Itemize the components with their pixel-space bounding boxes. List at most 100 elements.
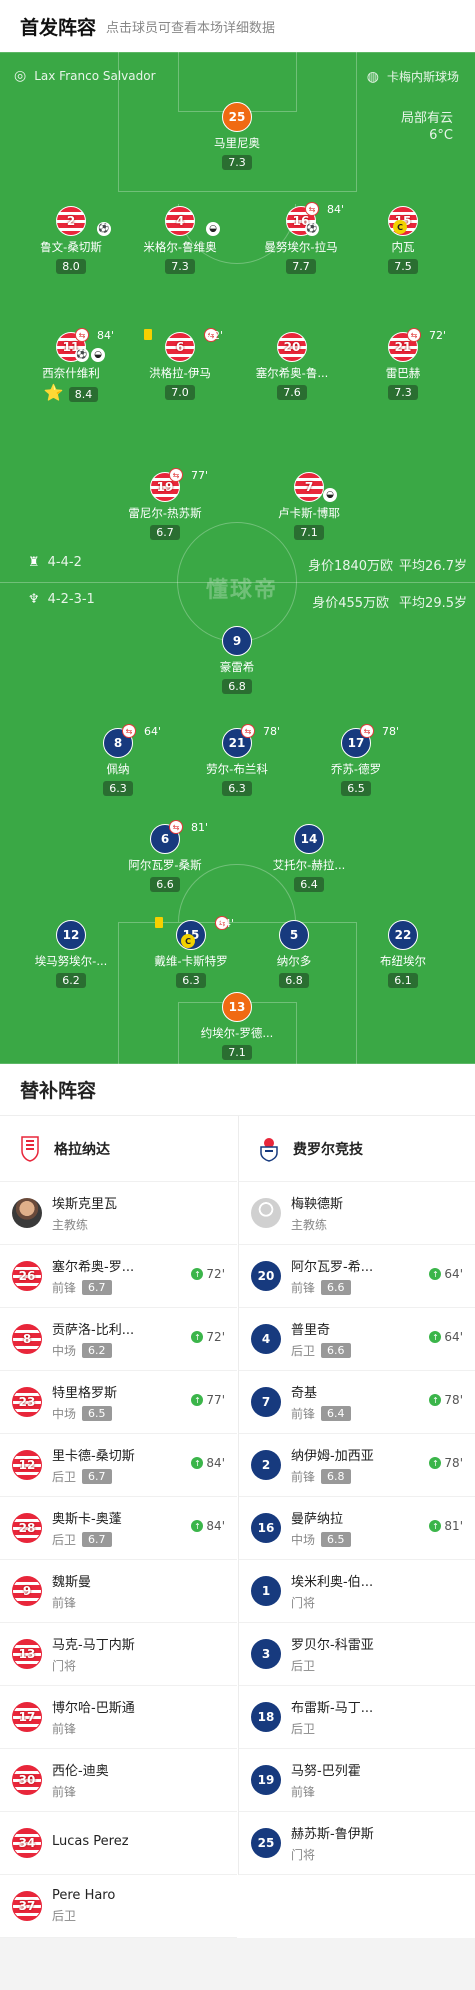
jersey-number: 8 <box>12 1324 42 1354</box>
home-player[interactable]: 25 马里尼奥 7.3 <box>177 102 297 170</box>
away-team-header[interactable]: 费罗尔竞技 <box>239 1116 475 1182</box>
home-sub-row[interactable]: 34 Lucas Perez <box>0 1812 237 1875</box>
sub-in-arrow-icon: ↑ <box>429 1268 442 1280</box>
player-rating: 6.8 <box>321 1469 351 1484</box>
home-sub-row[interactable]: 28 奥斯卡-奥蓬 后卫 6.7 ↑ 84' <box>0 1497 237 1560</box>
home-sub-row[interactable]: 12 里卡德-桑切斯 后卫 6.7 ↑ 84' <box>0 1434 237 1497</box>
away-sub-row[interactable]: 25 赫苏斯-鲁伊斯 门将 <box>239 1812 475 1875</box>
player-rating: 6.3 <box>176 973 206 988</box>
player-position: 后卫 <box>291 1659 316 1673</box>
player-name: Lucas Perez <box>52 1833 129 1849</box>
sub-in-arrow-icon: ↑ <box>191 1268 204 1280</box>
home-sub-row[interactable]: 13 马克-马丁内斯 门将 <box>0 1623 237 1686</box>
home-player[interactable]: 21 ⇆ 72' 雷巴赫 7.3 <box>343 328 463 400</box>
sub-minute: 72' <box>206 329 224 342</box>
sub-minute: 72' <box>429 329 447 342</box>
home-sub-row[interactable]: 8 贡萨洛-比利... 中场 6.2 ↑ 72' <box>0 1308 237 1371</box>
home-sub-row[interactable]: 23 特里格罗斯 中场 6.5 ↑ 77' <box>0 1371 237 1434</box>
home-venue-name: Lax Franco Salvador <box>34 69 156 83</box>
player-name: 鲁文-桑切斯 <box>40 240 102 254</box>
away-player[interactable]: 5 纳尔多 6.8 <box>234 920 354 988</box>
sub-minute: 77' <box>191 469 209 482</box>
sub-in-time: ↑ 78' <box>429 1456 463 1470</box>
home-player[interactable]: 20 塞尔希奥-鲁... 7.6 <box>232 332 352 400</box>
player-name: 罗贝尔-科雷亚 <box>291 1638 374 1653</box>
away-sub-row[interactable]: 7 奇基 前锋 6.4 ↑ 78' <box>239 1371 475 1434</box>
away-sub-row[interactable]: 16 曼萨纳拉 中场 6.5 ↑ 81' <box>239 1497 475 1560</box>
sub-minute: 64' <box>217 917 235 930</box>
sub-in-time: ↑ 84' <box>191 1519 225 1533</box>
home-sub-row[interactable]: 9 魏斯曼 前锋 <box>0 1560 237 1623</box>
jersey-number: 37 <box>12 1891 42 1921</box>
home-player[interactable]: 2 ⚽ 鲁文-桑切斯 8.0 <box>11 206 131 274</box>
player-name: 阿尔瓦罗-希... <box>291 1260 374 1275</box>
home-sub-row[interactable]: 17 博尔哈-巴斯通 前锋 <box>0 1686 237 1749</box>
away-average-age: 平均29.5岁 <box>399 596 467 611</box>
sub-minute: 78' <box>382 725 400 738</box>
away-crest-icon: ♆ <box>28 592 40 607</box>
home-formation-value: 4-4-2 <box>47 555 82 570</box>
away-player[interactable]: 12 埃马努埃尔-... 6.2 <box>11 920 131 988</box>
player-rating: 7.6 <box>277 385 307 400</box>
player-position: 门将 <box>291 1596 316 1610</box>
player-name: 魏斯曼 <box>52 1575 92 1590</box>
home-player[interactable]: 11 ⇆ ⚽ ◒ 84' 西奈什维利 ⭐ 8.4 <box>11 328 131 402</box>
home-player[interactable]: 19 ⇆ 77' 雷尼尔-热苏斯 6.7 <box>105 468 225 540</box>
home-player[interactable]: 6 ⇆ 72' 洪格拉-伊马 7.0 <box>120 328 240 400</box>
home-player[interactable]: 4 ◒ 米格尔-鲁维奥 7.3 <box>120 206 240 274</box>
home-team-header[interactable]: 格拉纳达 <box>0 1116 237 1182</box>
home-player[interactable]: 7 ◒ 卢卡斯-博耶 7.1 <box>249 472 369 540</box>
jersey-number: 16 <box>251 1513 281 1543</box>
home-sub-row[interactable]: 37 Pere Haro 后卫 <box>0 1875 237 1938</box>
coach-avatar <box>12 1198 42 1228</box>
away-sub-row[interactable]: 20 阿尔瓦罗-希... 前锋 6.6 ↑ 64' <box>239 1245 475 1308</box>
player-rating: 6.2 <box>56 973 86 988</box>
away-player[interactable]: 17 ⇆ 78' 乔苏-德罗 6.5 <box>296 724 416 796</box>
away-player[interactable]: 15⇆C64'戴维-卡斯特罗6.3 <box>131 916 251 988</box>
sub-minute: 72' <box>206 1330 225 1344</box>
player-rating: 8.0 <box>56 259 86 274</box>
player-rating: 6.7 <box>82 1280 112 1295</box>
pitch: ◎ Lax Franco Salvador ◍ 卡梅内斯球场 局部有云 6°C … <box>0 52 475 1064</box>
sub-minute: 84' <box>206 1456 225 1470</box>
away-sub-row[interactable]: 2 纳伊姆-加西亚 前锋 6.8 ↑ 78' <box>239 1434 475 1497</box>
jersey-number: 20 <box>277 332 307 362</box>
player-name: 马克-马丁内斯 <box>52 1638 135 1653</box>
away-player[interactable]: 13 约埃尔-罗德... 7.1 <box>177 992 297 1060</box>
jersey-number: 20 <box>251 1261 281 1291</box>
jersey-number: 9 <box>12 1576 42 1606</box>
player-position: 中场 <box>52 1407 77 1421</box>
away-player[interactable]: 8 ⇆ 64' 佩纳 6.3 <box>58 724 178 796</box>
away-sub-row[interactable]: 18 布雷斯-马丁... 后卫 <box>239 1686 475 1749</box>
away-player[interactable]: 14 艾托尔-赫拉... 6.4 <box>249 824 369 892</box>
substitution-icon: ⇆ <box>75 328 89 342</box>
player-position: 前锋 <box>291 1281 316 1295</box>
home-player[interactable]: 15C内瓦7.5 <box>343 206 463 274</box>
away-venue-name: 卡梅内斯球场 <box>386 70 459 84</box>
away-sub-row[interactable]: 3 罗贝尔-科雷亚 后卫 <box>239 1623 475 1686</box>
home-coach[interactable]: 埃斯克里瓦 主教练 <box>0 1182 237 1245</box>
away-player[interactable]: 6 ⇆ 81' 阿尔瓦罗-桑斯 6.6 <box>105 820 225 892</box>
away-sub-row[interactable]: 4 普里奇 后卫 6.6 ↑ 64' <box>239 1308 475 1371</box>
away-player[interactable]: 22 布纽埃尔 6.1 <box>343 920 463 988</box>
player-name: 赫苏斯-鲁伊斯 <box>291 1827 374 1842</box>
away-sub-row[interactable]: 19 马努-巴列霍 前锋 <box>239 1749 475 1812</box>
away-player[interactable]: 9 豪雷希 6.8 <box>177 626 297 694</box>
player-name: 普里奇 <box>291 1323 331 1338</box>
away-player[interactable]: 21 ⇆ 78' 劳尔-布兰科 6.3 <box>177 724 297 796</box>
home-sub-row[interactable]: 30 西伦-迪奥 前锋 <box>0 1749 237 1812</box>
player-name: 奥斯卡-奥蓬 <box>52 1512 122 1527</box>
jersey-number: 12 <box>12 1450 42 1480</box>
bench-title: 替补阵容 <box>0 1064 475 1116</box>
sub-minute: 72' <box>206 1267 225 1281</box>
away-sub-row[interactable]: 1 埃米利奥-伯... 门将 <box>239 1560 475 1623</box>
player-position: 后卫 <box>291 1722 316 1736</box>
home-sub-row[interactable]: 26 塞尔希奥-罗... 前锋 6.7 ↑ 72' <box>0 1245 237 1308</box>
player-position: 后卫 <box>52 1533 77 1547</box>
away-coach[interactable]: 梅鞅德斯 主教练 <box>239 1182 475 1245</box>
jersey-number: 2 <box>56 206 86 236</box>
substitution-icon: ⇆ <box>169 468 183 482</box>
sub-minute: 81' <box>191 821 209 834</box>
home-market-value: 身价1840万欧 <box>307 559 394 574</box>
player-name: 贡萨洛-比利... <box>52 1323 135 1338</box>
